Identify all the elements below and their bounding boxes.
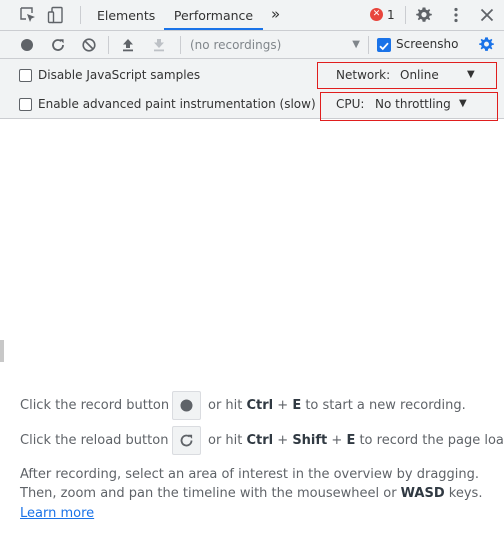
learn-more-link[interactable]: Learn more (20, 506, 94, 521)
toolbar-separator (108, 36, 109, 54)
record-icon[interactable] (19, 37, 35, 53)
key-shift: Shift (292, 433, 328, 448)
disable-js-samples-label[interactable]: Disable JavaScript samples (38, 68, 200, 82)
tab-performance[interactable]: Performance (164, 0, 263, 30)
toolbar-separator (180, 36, 181, 54)
hint-text: Then, zoom and pan the timeline with the… (20, 486, 401, 501)
key-wasd: WASD (400, 486, 445, 501)
hint-text: to start a new recording. (301, 398, 466, 413)
key-ctrl: Ctrl (246, 433, 274, 448)
hint-text: to record the page load. (355, 433, 504, 448)
network-label: Network: (336, 68, 391, 82)
gear-icon[interactable] (415, 6, 433, 24)
landing-reload-button[interactable] (172, 426, 201, 455)
upload-icon[interactable] (120, 37, 136, 53)
capture-settings-gear-icon[interactable] (478, 36, 495, 53)
tab-bar-separator (80, 6, 81, 24)
close-icon[interactable] (478, 6, 496, 24)
disable-js-samples-checkbox[interactable] (19, 69, 32, 82)
recordings-select[interactable]: (no recordings) ▼ (190, 37, 360, 53)
reload-instruction-text: Click the reload button (20, 433, 169, 448)
record-icon (180, 399, 193, 412)
landing-record-button[interactable] (172, 391, 201, 420)
chevron-down-icon[interactable]: ▼ (459, 98, 467, 109)
recordings-select-value: (no recordings) (190, 38, 282, 52)
key-e: E (292, 398, 302, 413)
capture-settings-panel: Disable JavaScript samples Enable advanc… (0, 59, 504, 121)
checkmark-icon (379, 42, 389, 51)
inspect-element-icon[interactable] (19, 6, 37, 24)
error-icon[interactable]: ✕ (370, 8, 383, 21)
performance-toolbar: (no recordings) ▼ Screenshots (0, 31, 504, 59)
chevron-down-icon: ▼ (352, 39, 360, 50)
hint-plus: + (273, 398, 293, 413)
tab-bar-separator (405, 6, 406, 24)
key-ctrl: Ctrl (246, 398, 274, 413)
kebab-menu-icon[interactable] (447, 6, 465, 24)
reload-icon (180, 434, 193, 447)
record-instruction-text: Click the record button (20, 398, 170, 413)
key-e: E (346, 433, 356, 448)
panel-resize-handle[interactable] (0, 340, 4, 362)
hint-text: or hit (208, 433, 247, 448)
toolbar-separator (368, 36, 369, 54)
after-recording-text-line-1: After recording, select an area of inter… (20, 467, 480, 482)
record-shortcut-hint: or hit Ctrl + E to start a new recording… (208, 398, 466, 413)
clear-icon[interactable] (81, 37, 97, 53)
after-recording-text-line-2: Then, zoom and pan the timeline with the… (20, 486, 482, 501)
screenshots-label[interactable]: Screenshots (396, 37, 458, 51)
tab-elements[interactable]: Elements (97, 0, 155, 30)
download-icon (154, 39, 164, 52)
hint-plus: + (327, 433, 347, 448)
network-throttling-select[interactable]: Online (400, 68, 439, 82)
devtools-tab-bar: Elements Performance » ✕ 1 (0, 0, 504, 31)
device-toolbar-icon[interactable] (47, 6, 65, 24)
devtools-window: Elements Performance » ✕ 1 (no recording… (0, 0, 504, 535)
reload-icon[interactable] (50, 37, 66, 53)
more-tabs-button[interactable]: » (271, 0, 280, 30)
chevron-down-icon[interactable]: ▼ (467, 69, 475, 80)
error-count[interactable]: 1 (387, 8, 395, 22)
reload-shortcut-hint: or hit Ctrl + Shift + E to record the pa… (208, 433, 504, 448)
cpu-label: CPU: (336, 97, 365, 111)
hint-text: keys. (444, 486, 483, 501)
hint-text: or hit (208, 398, 247, 413)
enable-paint-instrumentation-label[interactable]: Enable advanced paint instrumentation (s… (38, 97, 316, 111)
cpu-throttling-select[interactable]: No throttling (375, 97, 451, 111)
hint-plus: + (273, 433, 293, 448)
enable-paint-instrumentation-checkbox[interactable] (19, 98, 32, 111)
screenshots-checkbox[interactable] (377, 38, 391, 52)
